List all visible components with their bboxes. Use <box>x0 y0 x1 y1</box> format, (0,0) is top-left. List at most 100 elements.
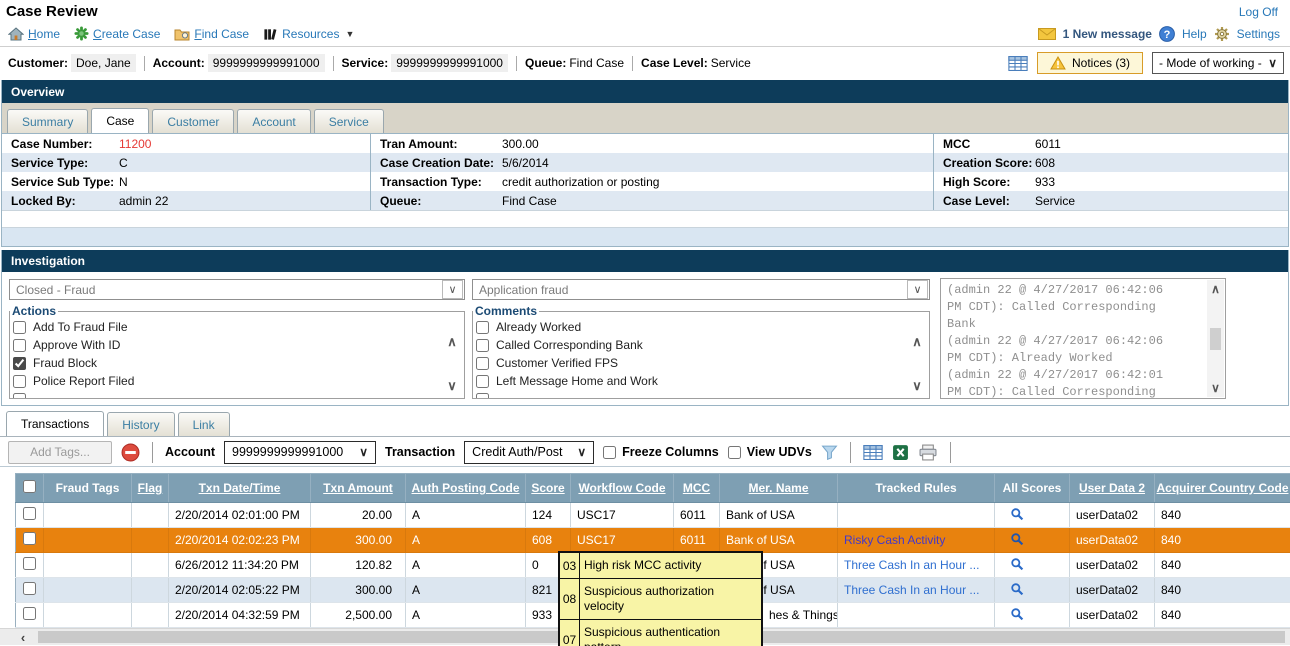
customer-value[interactable]: Doe, Jane <box>71 54 136 72</box>
tab-service[interactable]: Service <box>314 109 384 133</box>
log-off-link[interactable]: Log Off <box>1239 5 1278 19</box>
action-checkbox[interactable] <box>13 321 26 334</box>
all-scores-magnifier-icon[interactable] <box>1010 557 1024 574</box>
scrollbar-thumb[interactable] <box>1210 328 1221 350</box>
tracked-rule-link[interactable]: Three Cash In an Hour ... <box>844 583 979 597</box>
tracked-rule-link[interactable]: Risky Cash Activity <box>844 533 945 547</box>
comment-item[interactable]: Customer Verified FPS <box>473 354 929 372</box>
comment-item[interactable]: Called Corresponding Bank <box>473 336 929 354</box>
action-item-partial[interactable] <box>10 390 464 399</box>
tab-account[interactable]: Account <box>237 109 310 133</box>
grid-view-icon[interactable] <box>1008 56 1028 71</box>
find-case-icon <box>174 27 190 41</box>
select-all-checkbox[interactable] <box>23 480 36 493</box>
remove-tag-icon[interactable] <box>121 443 140 462</box>
comment-checkbox[interactable] <box>476 321 489 334</box>
chevron-down-icon[interactable]: ∨ <box>442 280 463 299</box>
scroll-left-icon[interactable]: ‹ <box>10 629 36 645</box>
all-scores-magnifier-icon[interactable] <box>1010 532 1024 549</box>
col-auth-posting-code[interactable]: Auth Posting Code <box>406 474 526 503</box>
view-udvs-checkbox[interactable] <box>728 446 741 459</box>
col-workflow-code[interactable]: Workflow Code <box>571 474 674 503</box>
action-checkbox[interactable] <box>13 339 26 352</box>
table-row-selected[interactable]: 2/20/2014 02:02:23 PM 300.00 A 608 USC17… <box>16 528 1290 553</box>
print-icon[interactable] <box>918 444 938 461</box>
log-scrollbar[interactable]: ∧ ∨ <box>1207 280 1224 397</box>
comment-checkbox[interactable] <box>476 339 489 352</box>
scroll-down-icon[interactable]: ∨ <box>447 378 457 394</box>
col-fraud-tags: Fraud Tags <box>44 474 132 503</box>
tab-history[interactable]: History <box>107 412 174 436</box>
col-flag[interactable]: Flag <box>132 474 169 503</box>
actions-scrollbar[interactable]: ∧ ∨ <box>444 334 460 394</box>
account-value[interactable]: 9999999999991000 <box>208 54 325 72</box>
tab-case[interactable]: Case <box>91 108 149 133</box>
row-checkbox[interactable] <box>23 607 36 620</box>
view-udvs-checkbox-group[interactable]: View UDVs <box>728 445 812 459</box>
scroll-down-icon[interactable]: ∨ <box>912 378 922 394</box>
all-scores-magnifier-icon[interactable] <box>1010 507 1024 524</box>
comment-item[interactable]: Left Message Home and Work <box>473 372 929 390</box>
fraud-type-select[interactable]: Application fraud ∨ <box>472 279 930 300</box>
notices-button[interactable]: Notices (3) <box>1037 52 1143 74</box>
settings-link[interactable]: Settings <box>1237 27 1280 41</box>
nav-resources[interactable]: Resources ▼ <box>263 27 354 41</box>
action-item[interactable]: Police Report Filed <box>10 372 464 390</box>
comments-scrollbar[interactable]: ∧ ∨ <box>909 334 925 394</box>
scroll-up-icon[interactable]: ∧ <box>1211 282 1220 296</box>
new-message-link[interactable]: 1 New message <box>1063 27 1152 41</box>
account-select[interactable]: 9999999999991000 ∨ <box>224 441 376 464</box>
help-icon[interactable]: ? <box>1159 26 1175 42</box>
scroll-down-icon[interactable]: ∨ <box>1211 381 1220 395</box>
all-scores-magnifier-icon[interactable] <box>1010 607 1024 624</box>
col-user-data-2[interactable]: User Data 2 <box>1070 474 1155 503</box>
rule-code: 08 <box>560 579 580 619</box>
comment-checkbox[interactable] <box>476 357 489 370</box>
action-checkbox[interactable] <box>13 357 26 370</box>
tab-link[interactable]: Link <box>178 412 230 436</box>
freeze-columns-checkbox-group[interactable]: Freeze Columns <box>603 445 719 459</box>
chevron-down-icon[interactable]: ∨ <box>907 280 928 299</box>
comment-checkbox[interactable] <box>476 375 489 388</box>
filter-funnel-icon[interactable] <box>821 445 838 460</box>
row-checkbox[interactable] <box>23 532 36 545</box>
row-checkbox[interactable] <box>23 507 36 520</box>
grid-icon[interactable] <box>863 445 883 460</box>
col-mer-name[interactable]: Mer. Name <box>720 474 838 503</box>
col-score[interactable]: Score <box>526 474 571 503</box>
mode-of-working-select[interactable]: - Mode of working - ∨ <box>1152 52 1284 74</box>
col-mcc[interactable]: MCC <box>674 474 720 503</box>
table-row[interactable]: 2/20/2014 02:01:00 PM 20.00 A 124 USC17 … <box>16 503 1290 528</box>
comment-item[interactable]: Already Worked <box>473 318 929 336</box>
case-level-label: Case Level: <box>641 56 708 70</box>
action-item[interactable]: Approve With ID <box>10 336 464 354</box>
tab-transactions[interactable]: Transactions <box>6 411 104 436</box>
case-status-select[interactable]: Closed - Fraud ∨ <box>9 279 465 300</box>
action-item[interactable]: Fraud Block <box>10 354 464 372</box>
tab-customer[interactable]: Customer <box>152 109 234 133</box>
scroll-up-icon[interactable]: ∧ <box>447 334 457 350</box>
freeze-columns-checkbox[interactable] <box>603 446 616 459</box>
export-excel-icon[interactable] <box>892 444 909 461</box>
col-txn-amount[interactable]: Txn Amount <box>311 474 406 503</box>
tab-summary[interactable]: Summary <box>7 109 88 133</box>
help-link[interactable]: Help <box>1182 27 1207 41</box>
transaction-select[interactable]: Credit Auth/Post ∨ <box>464 441 594 464</box>
action-checkbox[interactable] <box>13 375 26 388</box>
col-acquirer-country-code[interactable]: Acquirer Country Code <box>1155 474 1290 503</box>
add-tags-button[interactable]: Add Tags... <box>8 441 112 464</box>
service-value[interactable]: 9999999999991000 <box>391 54 508 72</box>
settings-gear-icon[interactable] <box>1214 26 1230 42</box>
nav-create-case[interactable]: Create Case <box>74 26 160 41</box>
row-checkbox[interactable] <box>23 557 36 570</box>
row-checkbox[interactable] <box>23 582 36 595</box>
nav-home[interactable]: Home <box>8 27 60 41</box>
nav-find-case[interactable]: Find Case <box>174 27 249 41</box>
comment-item-partial[interactable] <box>473 390 929 399</box>
action-item[interactable]: Add To Fraud File <box>10 318 464 336</box>
col-txn-datetime[interactable]: Txn Date/Time <box>169 474 311 503</box>
scroll-up-icon[interactable]: ∧ <box>912 334 922 350</box>
investigation-log[interactable]: (admin 22 @ 4/27/2017 06:42:06 PM CDT): … <box>940 278 1226 399</box>
all-scores-magnifier-icon[interactable] <box>1010 582 1024 599</box>
tracked-rule-link[interactable]: Three Cash In an Hour ... <box>844 558 979 572</box>
